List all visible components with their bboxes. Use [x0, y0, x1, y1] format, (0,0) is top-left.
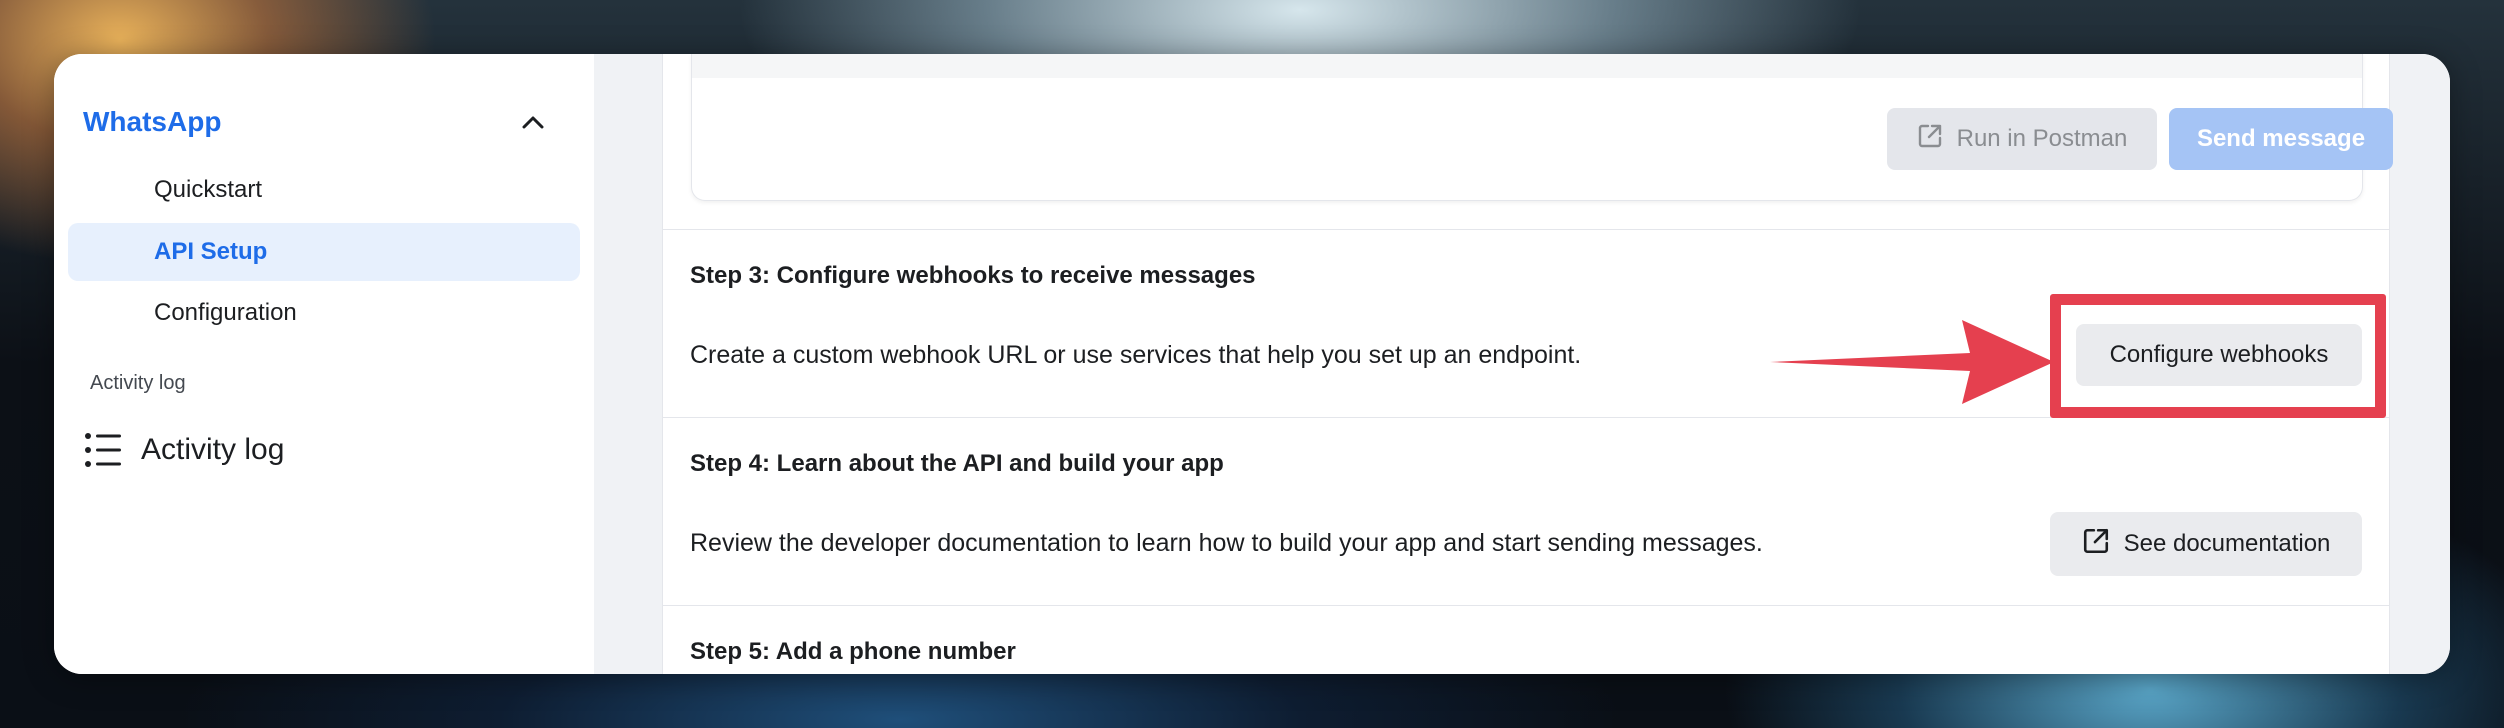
sidebar-item-quickstart[interactable]: Quickstart [68, 161, 580, 219]
step-3-title: Step 3: Configure webhooks to receive me… [690, 262, 1256, 289]
run-in-postman-label: Run in Postman [1956, 125, 2128, 152]
send-message-label: Send message [2196, 125, 2366, 152]
chevron-up-icon[interactable] [513, 102, 553, 142]
external-link-icon [2082, 527, 2110, 562]
sidebar-title[interactable]: WhatsApp [83, 106, 221, 138]
step-5-title: Step 5: Add a phone number [690, 638, 1016, 665]
step-divider [662, 605, 2390, 606]
card-top-strip [692, 54, 2362, 78]
annotation-highlight-box [2050, 294, 2386, 418]
see-documentation-label: See documentation [2123, 530, 2331, 557]
step-3-description: Create a custom webhook URL or use servi… [690, 341, 1582, 369]
activity-log-label: Activity log [141, 433, 285, 466]
send-message-button[interactable]: Send message [2169, 108, 2393, 170]
sidebar-item-api-setup[interactable]: API Setup [68, 223, 580, 281]
sidebar-item-configuration[interactable]: Configuration [68, 284, 580, 342]
sidebar-item-label: Configuration [154, 299, 297, 326]
annotation-arrow [1770, 320, 2054, 404]
sidebar: WhatsApp Quickstart API Setup Configurat… [54, 54, 594, 674]
sidebar-item-label: Quickstart [154, 176, 263, 203]
list-icon [83, 430, 123, 470]
step-4-title: Step 4: Learn about the API and build yo… [690, 450, 1224, 477]
sidebar-item-activity-log[interactable]: Activity log [83, 422, 284, 478]
see-documentation-button[interactable]: See documentation [2050, 512, 2362, 576]
sidebar-item-label: API Setup [154, 238, 268, 265]
step-divider [663, 229, 2389, 230]
sidebar-section-label: Activity log [90, 372, 186, 394]
send-message-card: Run in Postman Send message [691, 54, 2393, 201]
external-link-icon [1917, 123, 1943, 156]
sidebar-header[interactable]: WhatsApp [83, 98, 553, 146]
run-in-postman-button[interactable]: Run in Postman [1887, 108, 2157, 170]
step-4-description: Review the developer documentation to le… [690, 529, 1763, 557]
